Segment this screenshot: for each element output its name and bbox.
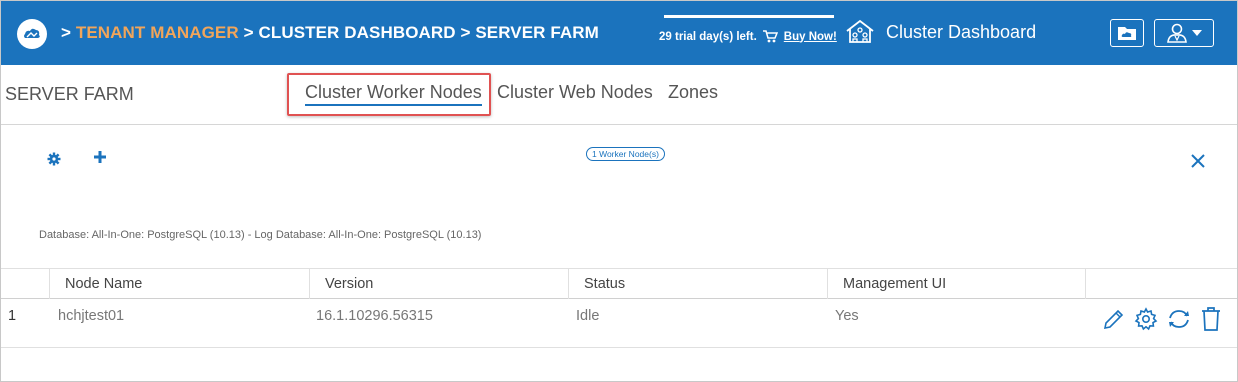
caret-down-icon	[1192, 30, 1202, 36]
cell-management-ui: Yes	[835, 308, 859, 324]
breadcrumb-tenant-manager[interactable]: TENANT MANAGER	[76, 23, 239, 42]
row-actions	[1102, 306, 1222, 332]
breadcrumb-separator: >	[243, 23, 254, 42]
pencil-icon[interactable]	[1102, 307, 1126, 331]
table-header: Node Name Version Status Management UI	[1, 268, 1237, 299]
cell-version: 16.1.10296.56315	[316, 308, 433, 324]
tab-zones[interactable]: Zones	[668, 82, 718, 103]
close-button[interactable]	[1190, 153, 1206, 174]
folder-button[interactable]	[1110, 19, 1144, 47]
page-title: SERVER FARM	[5, 84, 134, 104]
cell-node-name: hchjtest01	[58, 308, 125, 324]
breadcrumb-server-farm: SERVER FARM	[475, 23, 599, 42]
database-info: Database: All-In-One: PostgreSQL (10.13)…	[39, 229, 482, 241]
user-menu-button[interactable]	[1154, 19, 1214, 47]
cloud-folder-icon	[1118, 27, 1136, 40]
node-count-badge: 1 Worker Node(s)	[586, 147, 665, 161]
tab-cluster-worker-nodes[interactable]: Cluster Worker Nodes	[305, 82, 482, 106]
breadcrumb: > TENANT MANAGER > CLUSTER DASHBOARD > S…	[61, 23, 599, 43]
tab-label: Cluster Worker Nodes	[305, 82, 482, 106]
tab-label: Zones	[668, 82, 719, 102]
tab-cluster-web-nodes[interactable]: Cluster Web Nodes	[497, 82, 653, 103]
cloud-logo-icon	[24, 28, 40, 38]
trial-days-text: 29 trial day(s) left.	[659, 30, 757, 43]
tab-label: Cluster Web Nodes	[497, 82, 653, 102]
tabs-bar: SERVER FARM Cluster Worker Nodes Cluster…	[1, 65, 1237, 125]
column-header-management-ui[interactable]: Management UI	[827, 269, 1085, 299]
app-logo[interactable]	[17, 19, 47, 49]
column-header-node-name[interactable]: Node Name	[49, 269, 309, 299]
top-header: > TENANT MANAGER > CLUSTER DASHBOARD > S…	[1, 1, 1237, 65]
add-node-button[interactable]	[93, 150, 107, 169]
breadcrumb-cluster-dashboard[interactable]: CLUSTER DASHBOARD	[258, 23, 455, 42]
table-row[interactable]: 1 hchjtest01 16.1.10296.56315 Idle Yes	[1, 299, 1237, 348]
user-icon	[1167, 23, 1187, 43]
worker-nodes-table: Node Name Version Status Management UI 1…	[1, 268, 1237, 348]
settings-button[interactable]	[47, 152, 61, 171]
row-index: 1	[8, 308, 17, 324]
column-header-actions	[1085, 269, 1237, 299]
plus-icon	[94, 151, 106, 163]
cell-status: Idle	[576, 308, 600, 324]
column-header-status[interactable]: Status	[568, 269, 827, 299]
close-icon	[1191, 154, 1205, 168]
trash-icon[interactable]	[1200, 306, 1222, 332]
gear-icon[interactable]	[1134, 307, 1158, 331]
cluster-dashboard-label: Cluster Dashboard	[886, 21, 1037, 42]
cluster-dashboard-link[interactable]: Cluster Dashboard	[844, 19, 1036, 45]
gear-icon	[47, 152, 61, 166]
column-header-version[interactable]: Version	[309, 269, 568, 299]
shopping-cart-icon	[762, 30, 778, 43]
buy-now-link[interactable]: Buy Now!	[784, 31, 837, 43]
breadcrumb-separator: >	[61, 23, 72, 42]
trial-progress-bar	[664, 15, 834, 18]
breadcrumb-separator: >	[460, 23, 471, 42]
refresh-icon[interactable]	[1166, 307, 1192, 331]
house-network-icon	[846, 19, 874, 43]
